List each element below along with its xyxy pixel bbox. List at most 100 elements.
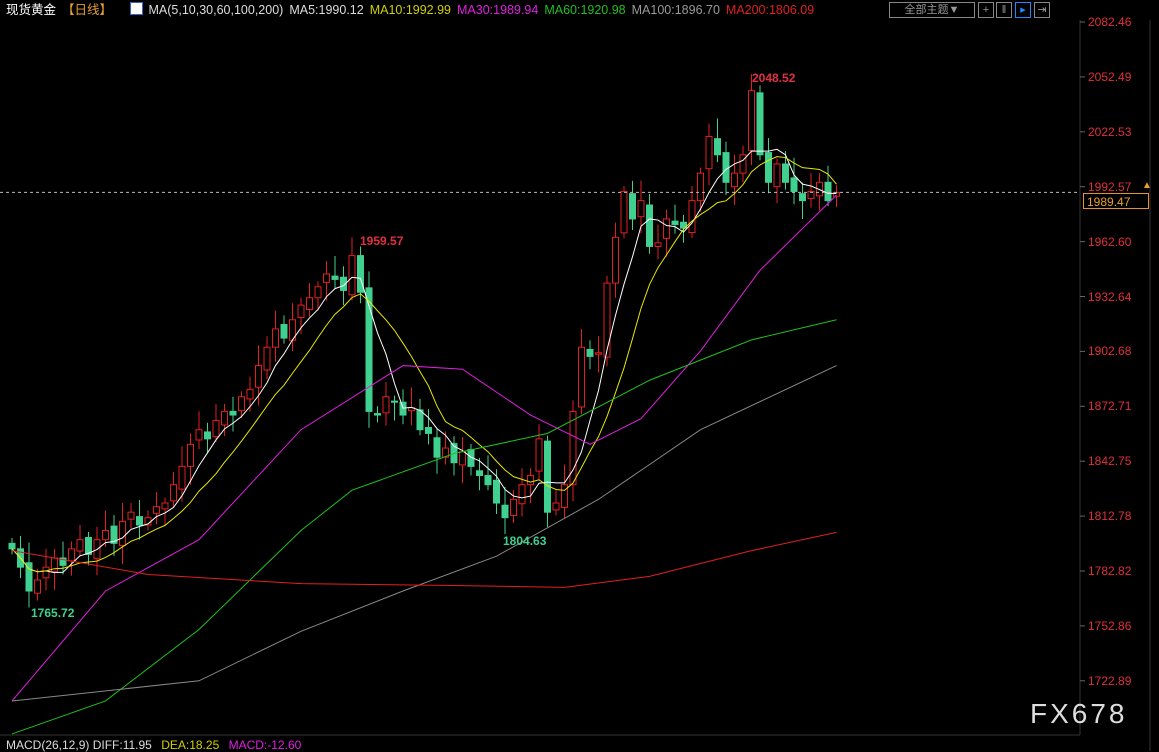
candle-body [416, 409, 424, 431]
candle-body [306, 297, 313, 310]
candle-body [161, 502, 169, 510]
candle-body [510, 498, 517, 516]
candle-body [705, 135, 713, 170]
candle-body [620, 190, 628, 234]
ma200-line [11, 531, 837, 588]
fx678-logo: FX678 [1030, 698, 1128, 729]
macd-label[interactable]: MACD(26,12,9) [6, 738, 89, 752]
candle-body [697, 172, 704, 202]
price-tick-label: 1872.71 [1088, 399, 1132, 414]
ma5-value: MA5:1990.12 [289, 3, 364, 17]
indicator-icon[interactable] [129, 2, 143, 15]
candle-body [68, 548, 75, 562]
candle-body [297, 304, 305, 319]
candle-body [612, 236, 619, 284]
candle-body [238, 396, 245, 412]
candle-body [323, 273, 330, 283]
candle-body [178, 465, 186, 490]
high-annotation: 1959.57 [360, 234, 404, 248]
price-tick-label: 1722.89 [1088, 673, 1132, 688]
current-price-label: 1989.47 [1083, 193, 1149, 209]
candle-body [34, 579, 41, 594]
candle-body [433, 437, 441, 458]
candle-body [595, 352, 602, 355]
candle-body [646, 204, 653, 247]
price-tick-label: 1812.78 [1088, 509, 1132, 524]
candle-body [782, 163, 789, 183]
ma5-line [11, 148, 837, 574]
candle-body [722, 152, 730, 183]
price-tick-label: 1842.75 [1088, 454, 1132, 469]
high-annotation: 2048.52 [752, 71, 796, 85]
low-annotation: 1804.63 [503, 534, 547, 548]
candle-body [586, 348, 594, 357]
macd-header: MACD(26,12,9) DIFF:11.95 DEA:18.25 MACD:… [6, 738, 301, 752]
candle-body [246, 388, 254, 400]
price-tick-label: 1932.64 [1088, 289, 1132, 304]
instrument-title: 现货黄金 [6, 3, 57, 17]
price-tick-label: 2052.49 [1088, 69, 1132, 84]
shift-right-icon[interactable]: ⇥ [1034, 2, 1050, 18]
ma-label[interactable]: MA(5,10,30,60,100,200) [149, 3, 284, 17]
ma60-value: MA60:1920.98 [544, 3, 626, 17]
candle-body [204, 431, 211, 440]
ma30-value: MA30:1989.94 [457, 3, 539, 17]
candle-body [119, 520, 126, 547]
ma200-value: MA200:1806.09 [725, 3, 815, 17]
candle-body [127, 511, 135, 520]
candle-body [399, 401, 407, 416]
cursor-mode-icon[interactable]: ▸ [1015, 2, 1031, 18]
candle-body [272, 328, 279, 348]
price-tick-label: 1782.82 [1088, 564, 1132, 578]
candle-body [263, 346, 271, 371]
dea-value: DEA:18.25 [161, 738, 220, 752]
diff-value: DIFF:11.95 [92, 738, 152, 752]
candle-body [255, 365, 262, 388]
candle-body [603, 282, 611, 358]
candle-body [765, 152, 772, 183]
candle-body [663, 218, 670, 239]
macd-value: MACD:-12.60 [228, 738, 302, 752]
candle-body [476, 470, 483, 477]
period-label[interactable]: 【日线】 [62, 3, 112, 17]
crosshair-icon[interactable]: + [978, 2, 994, 18]
candle-body [425, 427, 432, 434]
ma10-value: MA10:1992.99 [369, 3, 452, 17]
candle-body [153, 506, 160, 514]
theme-select[interactable]: 全部主题▼ [889, 2, 975, 18]
price-tick-label: 1752.86 [1088, 618, 1132, 633]
price-tick-label: 1962.60 [1088, 234, 1132, 249]
candle-body [170, 484, 177, 502]
candle-body [493, 479, 500, 504]
zoom-range-icon[interactable]: ‖ [996, 2, 1012, 18]
candle-body [221, 410, 228, 426]
candle-body [280, 324, 288, 339]
candle-body [229, 410, 237, 416]
low-annotation: 1765.72 [31, 606, 75, 620]
candle-body [527, 475, 534, 486]
ma100-line [11, 365, 837, 702]
price-chart[interactable] [0, 0, 1159, 751]
ma60-line [11, 319, 837, 735]
candle-body [748, 90, 755, 151]
candle-body [391, 400, 398, 403]
candle-body [459, 451, 466, 466]
candle-body [671, 220, 679, 225]
candle-body [629, 193, 636, 220]
candle-body [518, 484, 526, 505]
candle-body [314, 286, 322, 299]
candle-body [578, 346, 585, 408]
candle-body [348, 255, 356, 296]
candle-body [731, 172, 738, 188]
candle-body [654, 242, 662, 247]
candle-body [790, 177, 798, 192]
candle-body [799, 193, 806, 202]
price-tick-label: 2022.53 [1088, 124, 1132, 139]
ma10-line [11, 156, 837, 573]
candle-body [637, 200, 645, 218]
candle-body [212, 420, 220, 438]
candle-body [714, 138, 721, 156]
candle-body [756, 92, 764, 156]
candle-body [374, 413, 381, 416]
candle-body [136, 516, 143, 526]
